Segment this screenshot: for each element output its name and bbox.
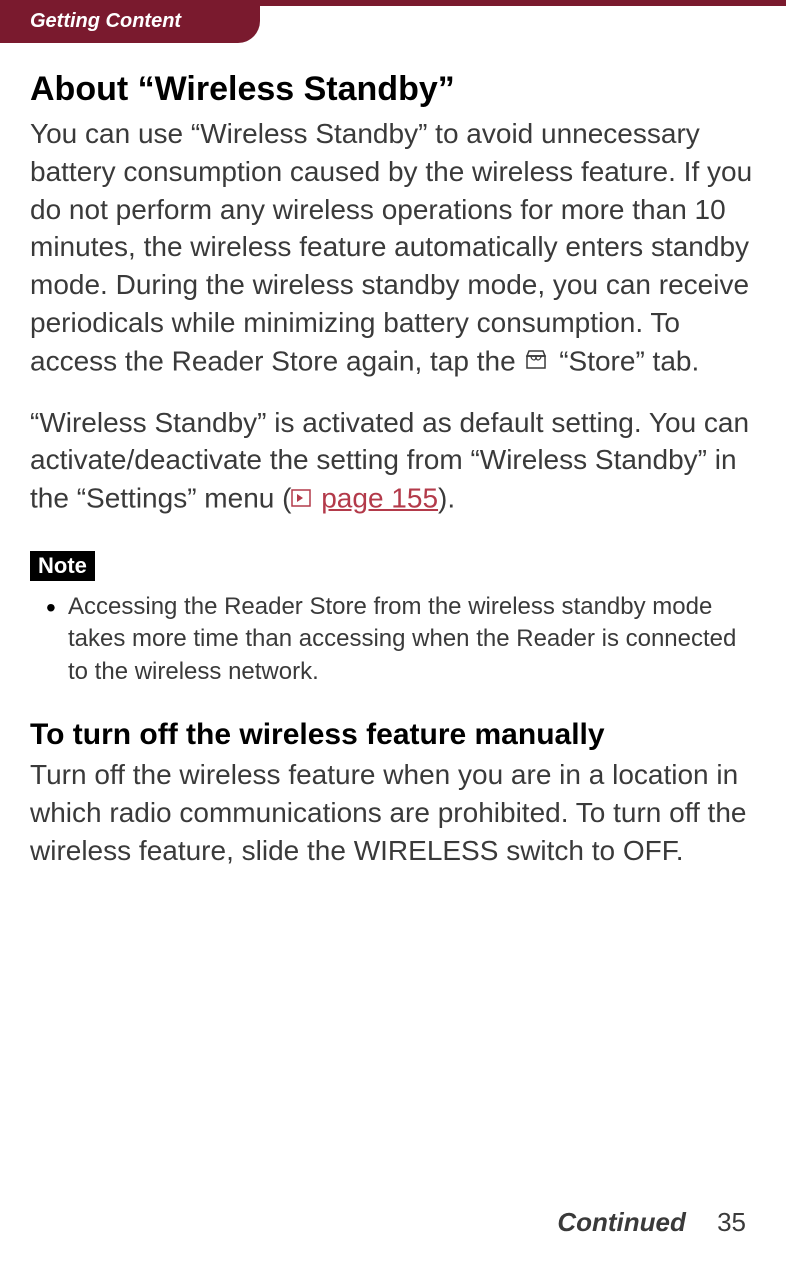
paragraph-wireless-standby-description: You can use “Wireless Standby” to avoid … <box>30 115 756 384</box>
heading-about-wireless-standby: About “Wireless Standby” <box>30 70 756 109</box>
heading-turn-off-wireless: To turn off the wireless feature manuall… <box>30 718 756 752</box>
note-item: Accessing the Reader Store from the wire… <box>50 591 756 688</box>
page-content: About “Wireless Standby” You can use “Wi… <box>0 0 786 870</box>
note-list: Accessing the Reader Store from the wire… <box>30 591 756 688</box>
page-155-link[interactable]: page 155 <box>321 482 438 513</box>
continued-label: Continued <box>557 1207 686 1237</box>
para1-text-b: “Store” tab. <box>551 345 699 376</box>
paragraph-default-setting: “Wireless Standby” is activated as defau… <box>30 404 756 521</box>
store-icon <box>525 342 547 380</box>
para1-text-a: You can use “Wireless Standby” to avoid … <box>30 118 752 376</box>
paragraph-turn-off-wireless: Turn off the wireless feature when you a… <box>30 756 756 869</box>
page-number: 35 <box>717 1207 746 1237</box>
page-link-icon <box>291 479 311 517</box>
page-footer: Continued 35 <box>557 1207 746 1238</box>
para2-text-b: ). <box>438 482 455 513</box>
section-header: Getting Content <box>0 0 260 43</box>
note-label: Note <box>30 551 95 581</box>
